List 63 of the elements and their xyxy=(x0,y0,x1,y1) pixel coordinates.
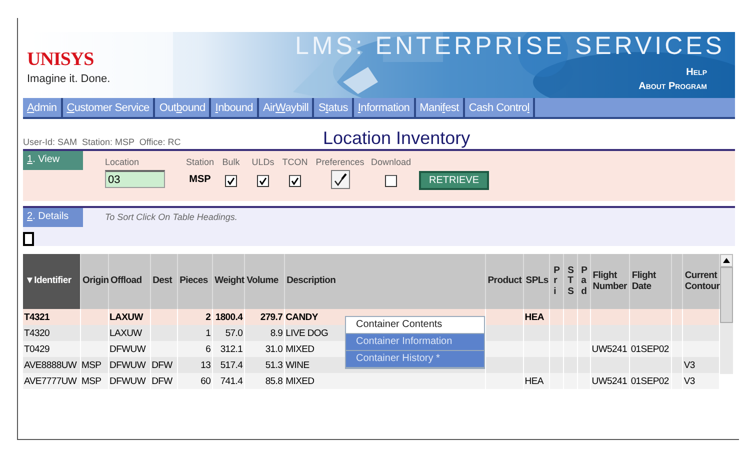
checkbox-label: TCON xyxy=(282,157,308,167)
tagline: Imagine it. Done. xyxy=(27,73,110,85)
column-header[interactable]: Weight xyxy=(212,254,244,309)
location-field[interactable]: 03 xyxy=(105,170,165,188)
column-header[interactable]: Volume xyxy=(244,254,284,309)
view-section-tab[interactable]: 1. View xyxy=(23,151,83,170)
table-cell: V3 xyxy=(682,373,720,389)
header-link[interactable]: About Program xyxy=(638,81,707,92)
sort-hint: To Sort Click On Table Headings. xyxy=(104,211,238,224)
up-arrow-icon xyxy=(723,258,730,263)
checkbox[interactable] xyxy=(257,175,269,187)
download-label: Download xyxy=(370,157,412,167)
column-header[interactable]: Origin xyxy=(80,254,108,309)
table-cell: DFWUW xyxy=(108,373,150,389)
column-header[interactable]: Dest xyxy=(150,254,178,309)
column-header[interactable]: Pad xyxy=(577,254,590,309)
station-label: Station xyxy=(186,157,214,167)
logo: UNISYS xyxy=(27,49,94,71)
column-header[interactable]: Pri xyxy=(549,254,564,309)
retrieve-button[interactable]: RETRIEVE xyxy=(419,171,490,190)
page-title: Location Inventory xyxy=(323,128,470,149)
preferences-button[interactable] xyxy=(330,170,350,189)
header-link[interactable]: Help xyxy=(686,67,707,78)
table-cell: 741.4 xyxy=(212,373,244,389)
column-header[interactable]: ▼Identifier xyxy=(23,254,80,309)
preferences-label: Preferences xyxy=(316,157,364,167)
table-cell: 85.8 xyxy=(244,373,284,389)
column-header[interactable]: STS xyxy=(563,254,578,309)
column-header[interactable]: Flight Number xyxy=(590,254,630,309)
checkbox[interactable] xyxy=(385,175,397,187)
column-header[interactable]: SPLs xyxy=(523,254,550,309)
checkbox-label: Bulk xyxy=(222,157,240,167)
table-row[interactable]: AVE7777UW MSP DFWUW DFW 60 741.4 85.8 MIXED HEA UW5241 01SEP02 V3 xyxy=(23,373,720,389)
user-info: User-Id: SAM Station: MSP Office: RC xyxy=(23,137,182,147)
checkmark-icon xyxy=(291,177,299,185)
checkbox[interactable] xyxy=(289,175,301,187)
scrollbar[interactable] xyxy=(720,254,733,374)
column-header[interactable]: Pieces xyxy=(177,254,212,309)
table-cell: 01SEP02 xyxy=(629,373,672,389)
scroll-up-button[interactable] xyxy=(720,254,733,267)
location-label: Location xyxy=(105,157,140,167)
table-cell: HEA xyxy=(523,373,550,389)
app-title: LMS: ENTERPRISE SERVICES xyxy=(295,32,725,61)
table-cell: AVE7777UW xyxy=(23,373,80,389)
checkmark-icon xyxy=(259,177,267,185)
station-value: MSP xyxy=(189,174,211,185)
table-cell: 60 xyxy=(177,373,212,389)
checkmark-icon xyxy=(227,177,235,185)
column-header[interactable]: Description xyxy=(284,254,486,309)
column-header[interactable]: Current Contour xyxy=(682,254,720,309)
column-header[interactable]: Offload xyxy=(108,254,150,309)
column-header[interactable]: Flight Date xyxy=(629,254,672,309)
window-icon[interactable] xyxy=(23,232,34,246)
checkbox-label: ULDs xyxy=(252,157,274,167)
checkbox[interactable] xyxy=(225,175,237,187)
menu-option[interactable]: Container Contents xyxy=(346,317,484,334)
scroll-thumb[interactable] xyxy=(720,267,733,323)
table-cell: MIXED xyxy=(284,373,486,389)
table-cell: UW5241 xyxy=(590,373,630,389)
column-header[interactable]: Product xyxy=(485,254,524,309)
table-cell: DFW xyxy=(150,373,178,389)
pen-check-icon xyxy=(333,172,347,186)
table-cell: MSP xyxy=(80,373,108,389)
